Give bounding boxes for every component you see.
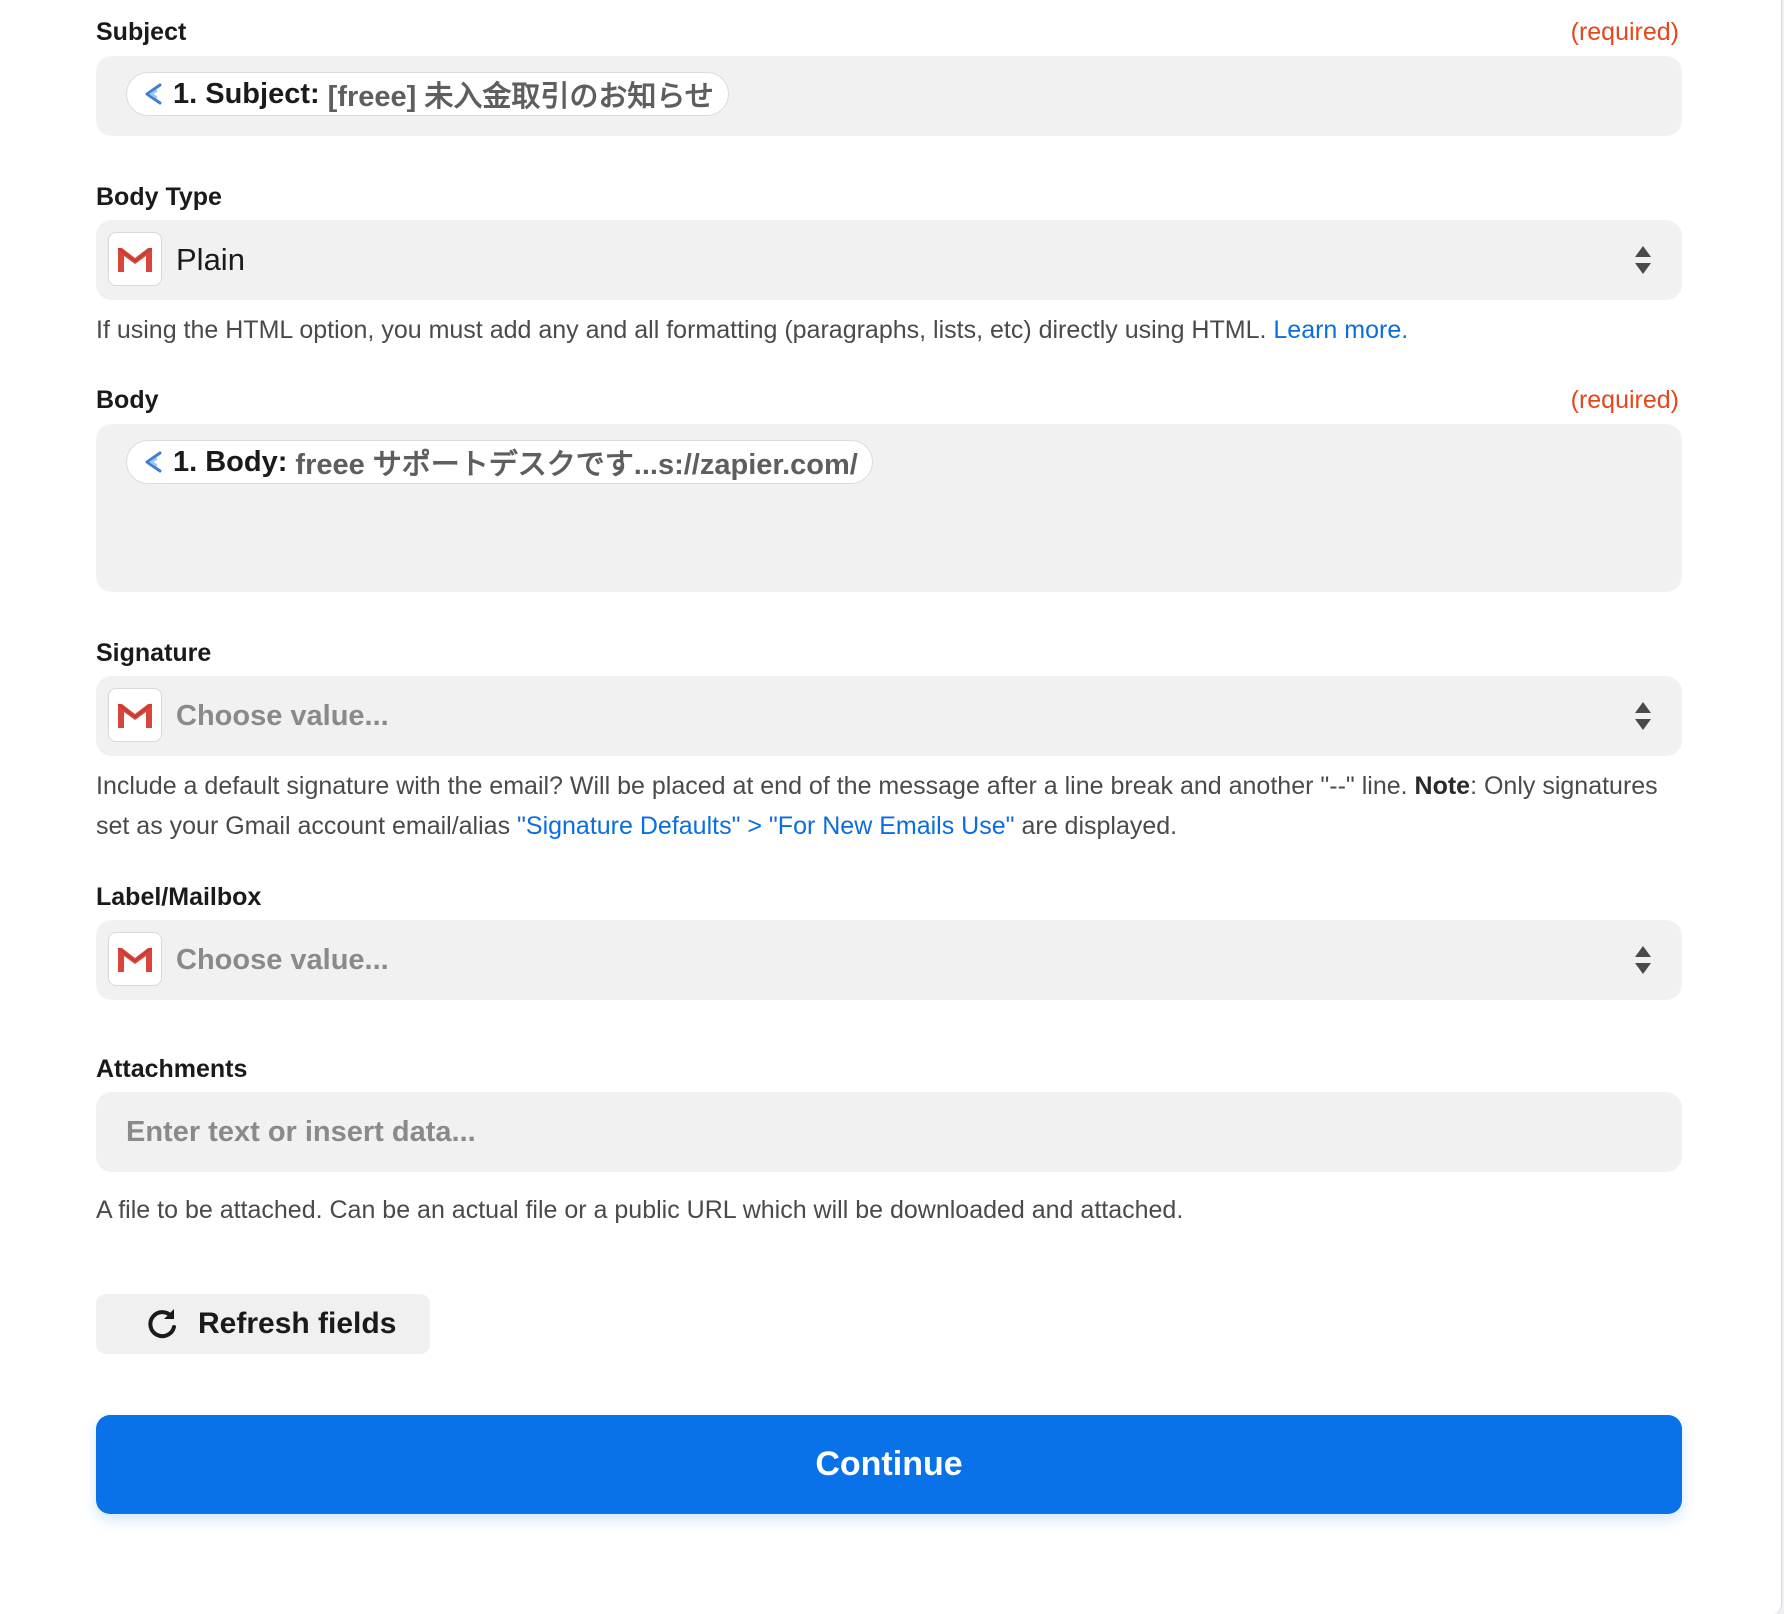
- label-mailbox-select[interactable]: Choose value...: [96, 920, 1682, 1000]
- continue-button[interactable]: Continue: [96, 1415, 1682, 1514]
- attachments-help: A file to be attached. Can be an actual …: [96, 1196, 1184, 1224]
- zapier-step-icon: [145, 83, 162, 105]
- body-type-select[interactable]: Plain: [96, 220, 1682, 300]
- gmail-icon: [108, 688, 162, 742]
- signature-defaults-link[interactable]: "Signature Defaults" > "For New Emails U…: [517, 812, 1015, 840]
- body-type-label: Body Type: [96, 183, 222, 211]
- body-type-help-text: If using the HTML option, you must add a…: [96, 316, 1267, 344]
- signature-help-part1: Include a default signature with the ema…: [96, 772, 1408, 800]
- learn-more-link[interactable]: Learn more.: [1273, 316, 1408, 344]
- subject-label: Subject: [96, 18, 187, 46]
- refresh-icon: [148, 1309, 176, 1339]
- body-pill-key: 1. Body:: [173, 445, 288, 478]
- zapier-step-icon: [145, 451, 162, 473]
- gmail-icon: [108, 932, 162, 986]
- body-mapped-pill[interactable]: 1. Body: freee サポートデスクです...s://zapier.co…: [126, 440, 873, 484]
- body-label: Body: [96, 386, 159, 414]
- body-required-indicator: (required): [1570, 386, 1679, 414]
- subject-mapped-pill[interactable]: 1. Subject: [freee] 未入金取引のお知らせ: [126, 72, 729, 116]
- body-pill-value: freee サポートデスクです...s://zapier.com/: [295, 449, 858, 481]
- refresh-fields-button[interactable]: Refresh fields: [96, 1294, 430, 1354]
- attachments-label: Attachments: [96, 1055, 248, 1083]
- sort-arrows-icon: [1635, 946, 1651, 974]
- subject-required-indicator: (required): [1570, 18, 1679, 46]
- label-mailbox-placeholder: Choose value...: [176, 944, 389, 976]
- signature-help: Include a default signature with the ema…: [96, 766, 1686, 846]
- label-mailbox-label: Label/Mailbox: [96, 883, 262, 911]
- body-field[interactable]: 1. Body: freee サポートデスクです...s://zapier.co…: [96, 424, 1682, 592]
- attachments-input[interactable]: Enter text or insert data...: [96, 1092, 1682, 1172]
- attachments-placeholder: Enter text or insert data...: [126, 1116, 476, 1148]
- signature-label: Signature: [96, 639, 212, 667]
- subject-pill-value: [freee] 未入金取引のお知らせ: [327, 81, 714, 113]
- body-type-help: If using the HTML option, you must add a…: [96, 310, 1686, 350]
- sort-arrows-icon: [1635, 246, 1651, 274]
- subject-field[interactable]: 1. Subject: [freee] 未入金取引のお知らせ: [96, 56, 1682, 136]
- gmail-icon: [108, 232, 162, 286]
- signature-placeholder: Choose value...: [176, 700, 389, 732]
- signature-select[interactable]: Choose value...: [96, 676, 1682, 756]
- action-setup-panel: Subject (required) 1. Subject: [freee] 未…: [0, 0, 1782, 1614]
- subject-pill-key: 1. Subject:: [173, 77, 320, 110]
- refresh-fields-label: Refresh fields: [198, 1307, 397, 1340]
- signature-help-part3: are displayed.: [1021, 812, 1178, 840]
- body-type-value: Plain: [176, 242, 245, 277]
- sort-arrows-icon: [1635, 702, 1651, 730]
- signature-help-note: Note: [1414, 772, 1471, 800]
